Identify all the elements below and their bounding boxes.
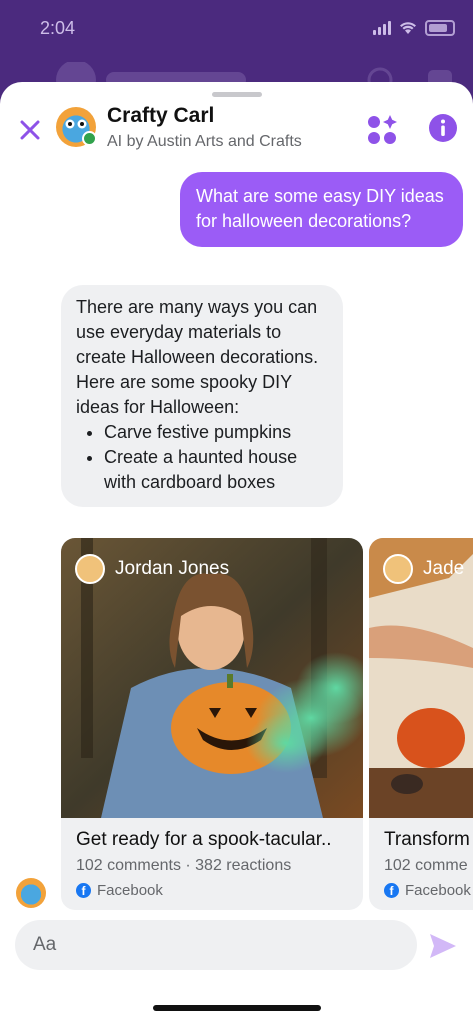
- avatar-face-icon: [65, 119, 87, 129]
- sheet-grabber[interactable]: [212, 92, 262, 97]
- post-source: f Facebook: [384, 882, 471, 899]
- list-item: Create a haunted house with cardboard bo…: [104, 445, 329, 495]
- author-name: Jade: [423, 558, 465, 579]
- wifi-icon: [400, 22, 416, 34]
- message-composer[interactable]: [15, 920, 417, 970]
- list-item: Carve festive pumpkins: [104, 420, 329, 445]
- facebook-icon: f: [384, 883, 399, 898]
- bot-avatar: [16, 878, 46, 908]
- post-source: f Facebook: [76, 882, 163, 899]
- outgoing-message-bubble[interactable]: What are some easy DIY ideas for hallowe…: [180, 172, 463, 247]
- incoming-message-text: There are many ways you can use everyday…: [76, 297, 319, 417]
- author-name: Jordan Jones: [115, 558, 230, 579]
- post-card[interactable]: Jade Transform 102 comme f Facebook: [369, 538, 473, 910]
- signal-icon: [373, 21, 391, 35]
- status-bar: 2:04: [0, 0, 473, 62]
- status-time: 2:04: [40, 18, 76, 38]
- battery-icon: [425, 20, 455, 36]
- author-avatar: [75, 554, 105, 584]
- post-author[interactable]: Jade: [383, 554, 464, 584]
- post-source-label: Facebook: [405, 882, 471, 899]
- post-author[interactable]: Jordan Jones: [75, 554, 229, 584]
- chat-title[interactable]: Crafty Carl: [107, 104, 214, 128]
- incoming-message-list: Carve festive pumpkins Create a haunted …: [76, 420, 329, 495]
- outgoing-message-text: What are some easy DIY ideas for hallowe…: [196, 186, 444, 231]
- post-title: Transform: [384, 829, 470, 850]
- home-indicator: [153, 1005, 321, 1011]
- post-card[interactable]: Jordan Jones Get ready for a spook-tacul…: [61, 538, 363, 910]
- facebook-icon: f: [76, 883, 91, 898]
- ai-sparkle-icon[interactable]: [364, 112, 400, 148]
- avatar[interactable]: [56, 107, 97, 147]
- status-icons: [373, 20, 455, 36]
- post-carousel[interactable]: Jordan Jones Get ready for a spook-tacul…: [61, 538, 473, 910]
- message-input[interactable]: [31, 933, 401, 957]
- incoming-message-bubble[interactable]: There are many ways you can use everyday…: [61, 285, 343, 507]
- online-status-dot: [82, 131, 97, 146]
- close-icon[interactable]: [14, 114, 46, 146]
- post-source-label: Facebook: [97, 882, 163, 899]
- post-meta: 102 comments · 382 reactions: [76, 857, 292, 874]
- post-title: Get ready for a spook-tacular..: [76, 829, 332, 850]
- post-meta: 102 comme: [384, 857, 468, 874]
- chat-subtitle: AI by Austin Arts and Crafts: [107, 133, 302, 150]
- author-avatar: [383, 554, 413, 584]
- send-icon[interactable]: [428, 932, 458, 960]
- info-icon[interactable]: [428, 113, 458, 143]
- chat-header: Crafty Carl AI by Austin Arts and Crafts: [0, 102, 473, 162]
- chat-sheet: Crafty Carl AI by Austin Arts and Crafts…: [0, 82, 473, 1024]
